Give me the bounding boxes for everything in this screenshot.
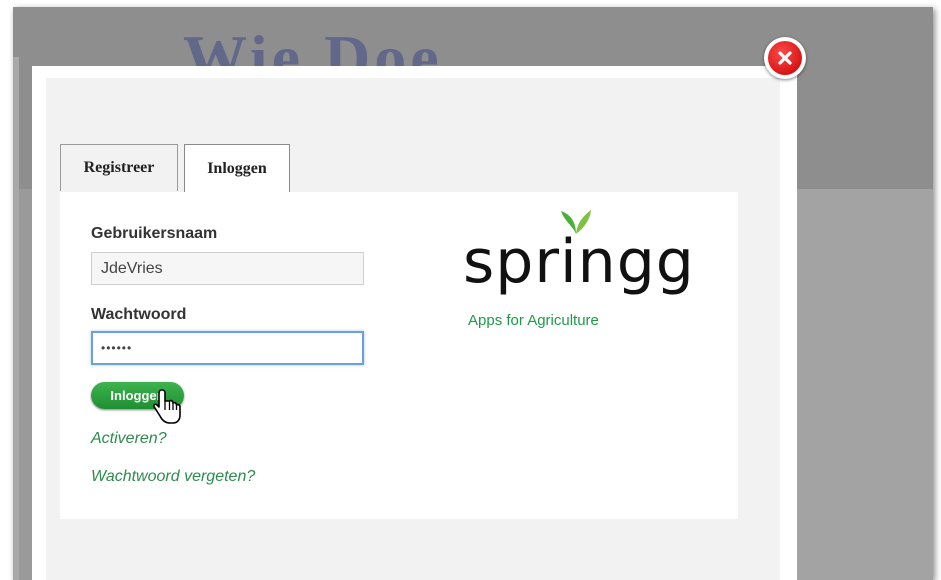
close-button[interactable] <box>764 37 806 79</box>
password-label: Wachtwoord <box>91 306 187 323</box>
tab-bar: Registreer Inloggen <box>60 144 738 195</box>
login-panel: Gebruikersnaam Wachtwoord Inloggen Activ… <box>60 192 738 519</box>
springg-logo: springg Apps for Agriculture <box>463 208 703 338</box>
background-page: Wie Doe Registreer Inloggen Gebruikersna… <box>13 7 933 580</box>
close-icon <box>768 41 802 75</box>
login-modal: Registreer Inloggen Gebruikersnaam Wacht… <box>32 66 797 580</box>
tab-registreer[interactable]: Registreer <box>60 144 178 191</box>
activate-link[interactable]: Activeren? <box>91 430 167 448</box>
password-input[interactable] <box>91 331 364 365</box>
background-side-panel <box>783 189 933 580</box>
forgot-password-link[interactable]: Wachtwoord vergeten? <box>91 468 255 486</box>
tab-inloggen[interactable]: Inloggen <box>184 144 290 195</box>
username-input[interactable] <box>91 252 364 285</box>
hand-pointer-icon <box>153 389 181 424</box>
background-left-edge <box>13 57 19 580</box>
modal-content: Registreer Inloggen Gebruikersnaam Wacht… <box>46 78 780 580</box>
logo-wordmark: springg <box>463 227 695 297</box>
logo-tagline: Apps for Agriculture <box>468 312 599 329</box>
username-label: Gebruikersnaam <box>91 225 218 242</box>
